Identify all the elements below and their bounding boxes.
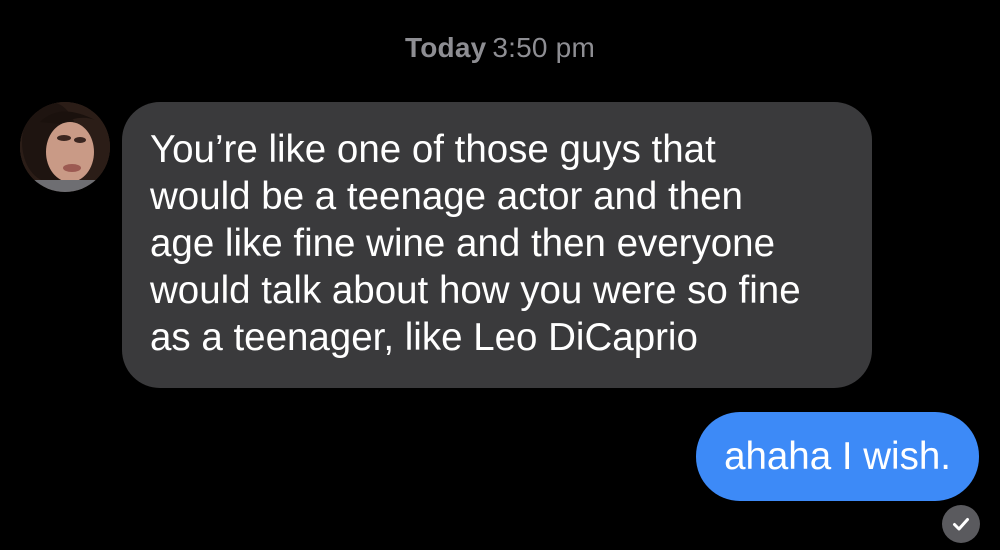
message-line: age like fine wine and then everyone	[150, 222, 775, 265]
contact-avatar[interactable]	[20, 102, 110, 192]
message-line: You’re like one of those guys that	[150, 128, 716, 171]
timestamp-time: 3:50 pm	[492, 32, 595, 63]
message-line: as a teenager, like Leo DiCaprio	[150, 316, 698, 359]
incoming-message-bubble[interactable]: You’re like one of those guys that would…	[122, 102, 872, 388]
message-line: would talk about how you were so fine	[150, 269, 801, 312]
message-timestamp: Today 3:50 pm	[0, 32, 1000, 64]
read-checkmark-icon	[942, 505, 980, 543]
timestamp-day: Today	[405, 32, 487, 63]
avatar-photo-icon	[20, 102, 110, 192]
outgoing-message-bubble[interactable]: ahaha I wish.	[696, 412, 979, 501]
outgoing-message-text: ahaha I wish.	[724, 434, 951, 478]
message-line: would be a teenage actor and then	[150, 175, 743, 218]
